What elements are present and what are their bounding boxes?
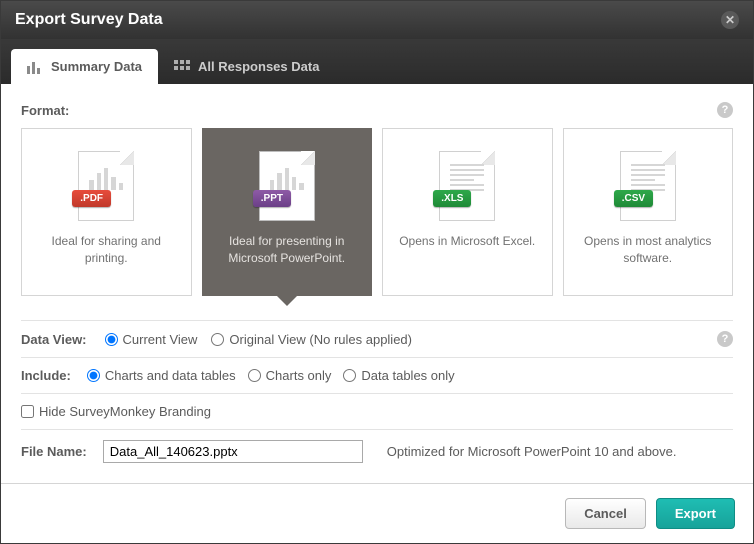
format-card-csv[interactable]: .CSV Opens in most analytics software. (563, 128, 734, 296)
file-icon: .CSV (620, 151, 676, 221)
data-view-row: Data View: Current View Original View (N… (21, 320, 733, 357)
format-label: Format: (21, 103, 69, 118)
cancel-button[interactable]: Cancel (565, 498, 646, 529)
format-cards: .PDF Ideal for sharing and printing. .PP… (21, 128, 733, 296)
tab-label: All Responses Data (198, 59, 319, 74)
card-desc: Ideal for sharing and printing. (32, 233, 181, 267)
radio-label: Original View (No rules applied) (229, 332, 412, 347)
checkbox-hide-branding[interactable]: Hide SurveyMonkey Branding (21, 404, 211, 419)
card-desc: Opens in most analytics software. (574, 233, 723, 267)
radio-label: Charts only (266, 368, 332, 383)
format-card-ppt[interactable]: .PPT Ideal for presenting in Microsoft P… (202, 128, 373, 296)
radio-label: Charts and data tables (105, 368, 236, 383)
badge-xls: .XLS (433, 190, 471, 207)
radio-input[interactable] (343, 369, 356, 382)
card-desc: Opens in Microsoft Excel. (399, 233, 535, 250)
checkbox-label: Hide SurveyMonkey Branding (39, 404, 211, 419)
help-icon[interactable]: ? (717, 331, 733, 347)
bar-chart-icon (27, 60, 43, 74)
file-icon: .XLS (439, 151, 495, 221)
checkbox-input[interactable] (21, 405, 34, 418)
radio-label: Current View (123, 332, 198, 347)
radio-tables-only[interactable]: Data tables only (343, 368, 454, 383)
filename-label: File Name: (21, 444, 87, 459)
radio-charts-and-tables[interactable]: Charts and data tables (87, 368, 236, 383)
radio-original-view[interactable]: Original View (No rules applied) (211, 332, 412, 347)
dialog-footer: Cancel Export (1, 483, 753, 543)
radio-label: Data tables only (361, 368, 454, 383)
format-card-pdf[interactable]: .PDF Ideal for sharing and printing. (21, 128, 192, 296)
dialog-content: Format: ? .PDF Ideal for sharing and pri… (1, 84, 753, 489)
radio-input[interactable] (211, 333, 224, 346)
file-icon: .PPT (259, 151, 315, 221)
radio-charts-only[interactable]: Charts only (248, 368, 332, 383)
hide-branding-row: Hide SurveyMonkey Branding (21, 393, 733, 429)
format-label-row: Format: ? (21, 102, 733, 118)
filename-note: Optimized for Microsoft PowerPoint 10 an… (387, 444, 677, 459)
include-label: Include: (21, 368, 71, 383)
include-row: Include: Charts and data tables Charts o… (21, 357, 733, 393)
tab-label: Summary Data (51, 59, 142, 74)
radio-input[interactable] (87, 369, 100, 382)
tab-all-responses[interactable]: All Responses Data (158, 49, 335, 84)
export-button[interactable]: Export (656, 498, 735, 529)
badge-csv: .CSV (614, 190, 653, 207)
dialog-title: Export Survey Data (15, 11, 163, 29)
card-desc: Ideal for presenting in Microsoft PowerP… (213, 233, 362, 267)
filename-input[interactable] (103, 440, 363, 463)
grid-icon (174, 60, 190, 74)
file-icon: .PDF (78, 151, 134, 221)
filename-row: File Name: Optimized for Microsoft Power… (21, 429, 733, 473)
badge-pdf: .PDF (72, 190, 111, 207)
radio-current-view[interactable]: Current View (105, 332, 198, 347)
close-icon[interactable]: ✕ (721, 11, 739, 29)
export-dialog: Export Survey Data ✕ Summary Data All Re… (0, 0, 754, 544)
radio-input[interactable] (105, 333, 118, 346)
badge-ppt: .PPT (253, 190, 291, 207)
tab-summary-data[interactable]: Summary Data (11, 49, 158, 84)
format-card-xls[interactable]: .XLS Opens in Microsoft Excel. (382, 128, 553, 296)
tabs-bar: Summary Data All Responses Data (1, 39, 753, 84)
radio-input[interactable] (248, 369, 261, 382)
data-view-label: Data View: (21, 332, 87, 347)
dialog-header: Export Survey Data ✕ (1, 1, 753, 39)
help-icon[interactable]: ? (717, 102, 733, 118)
